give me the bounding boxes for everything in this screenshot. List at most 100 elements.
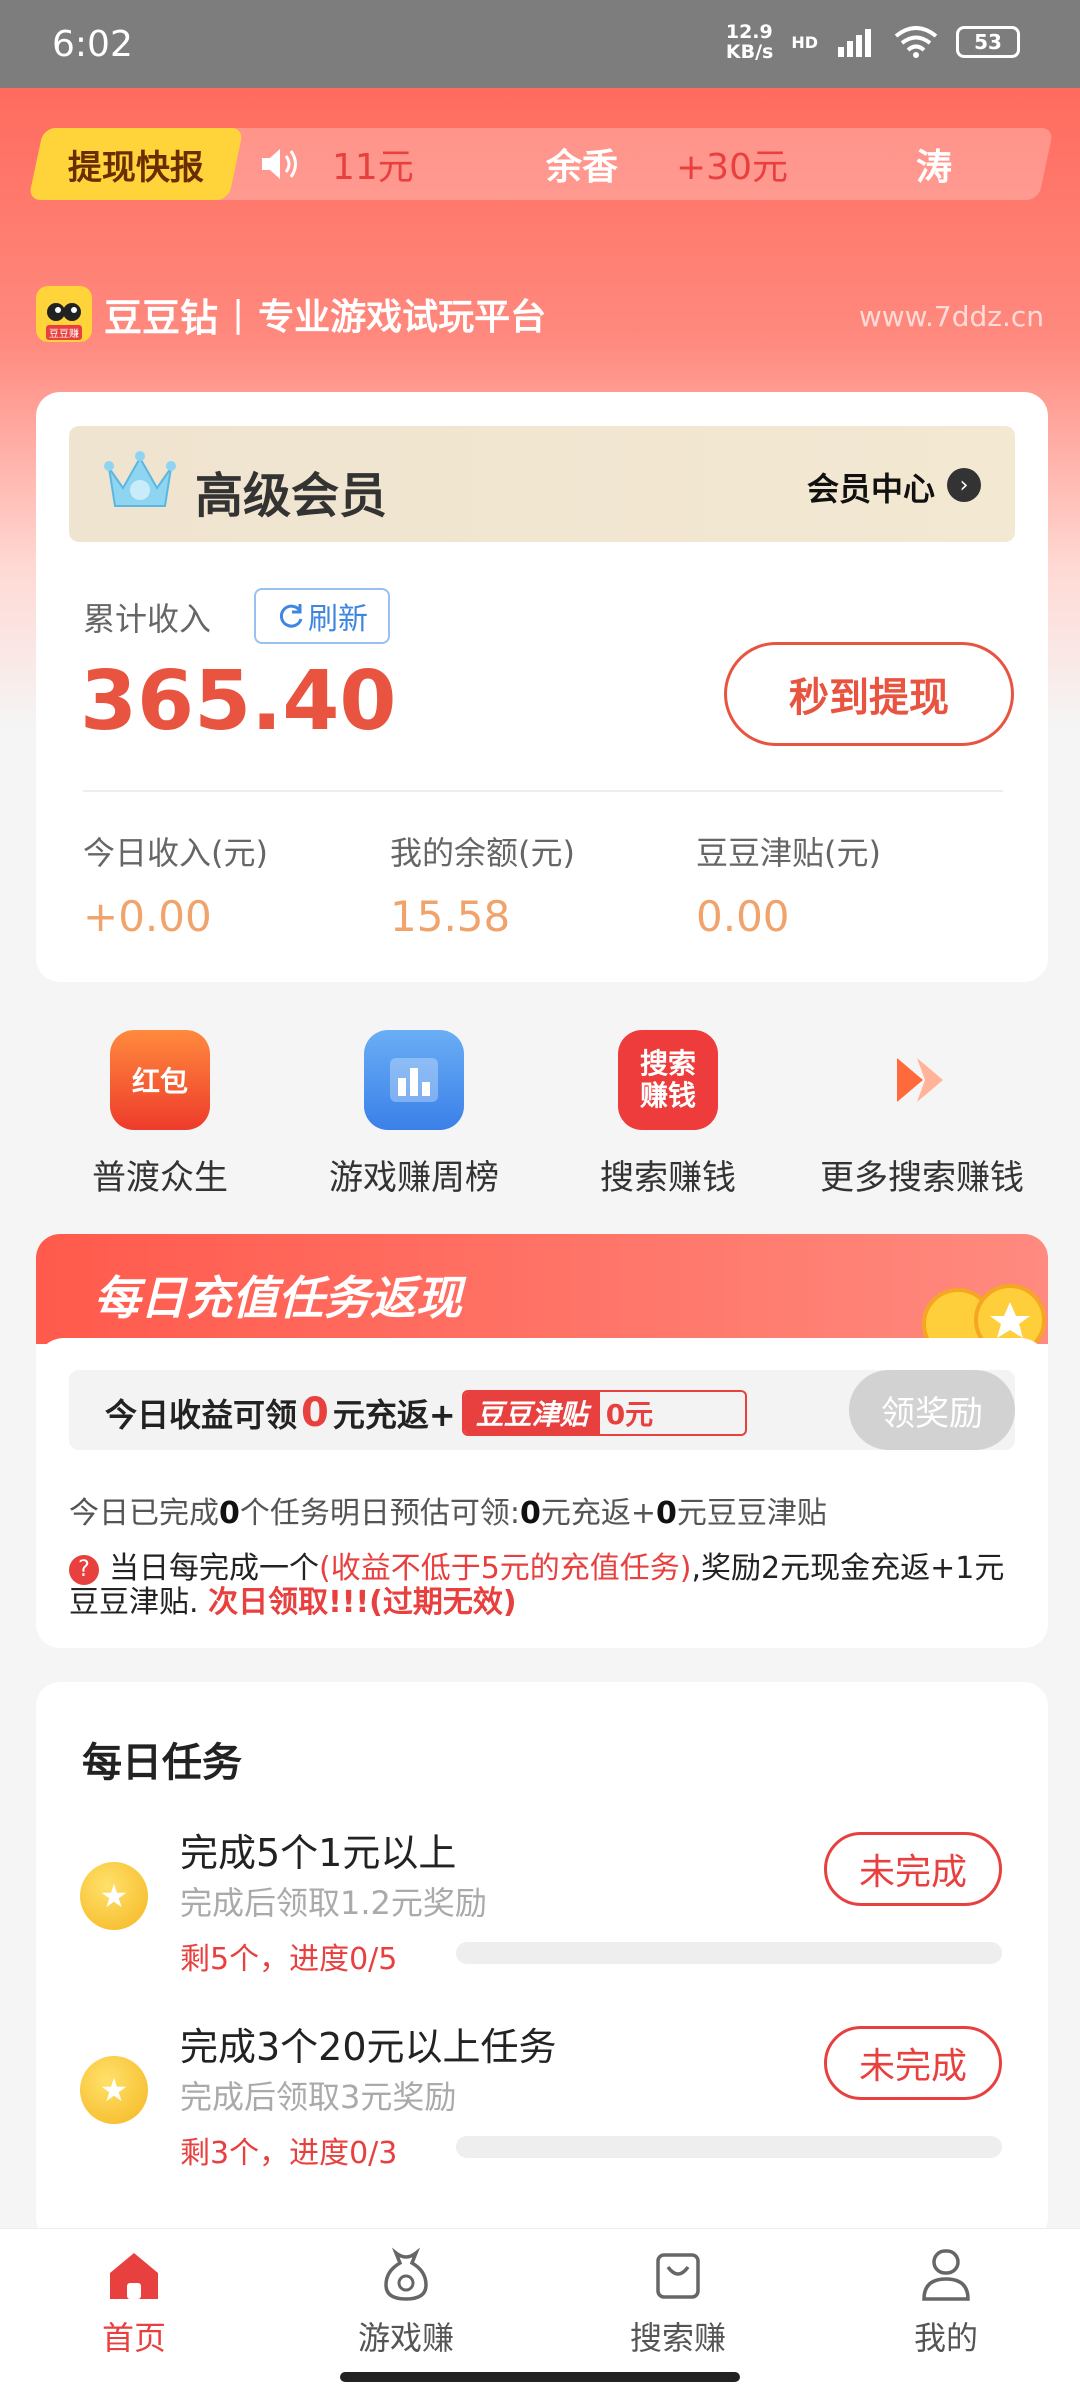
done-middle: 个任务明日预估可领: — [239, 1496, 520, 1531]
network-type: HD — [791, 32, 818, 52]
rule-highlight: (收益不低于5元的充值任务) — [319, 1551, 692, 1586]
rule-warning: 次日领取!!!(过期无效) — [208, 1585, 517, 1620]
stat-label: 今日收入(元) — [83, 834, 268, 872]
rule-prefix: 当日每完成一个 — [109, 1551, 319, 1586]
recharge-header: 每日充值任务返现 — [36, 1234, 1048, 1344]
ticker-amount-left: 11元 — [332, 147, 414, 188]
task-item: ★ 完成5个1元以上 完成后领取1.2元奖励 剩5个，进度0/5 未完成 — [36, 1822, 1048, 2012]
task-progress-bar — [456, 2136, 1002, 2158]
subsidy-tag: 豆豆津贴 0元 — [461, 1390, 748, 1436]
refresh-button[interactable]: 刷新 — [254, 588, 390, 644]
brand-url: www.7ddz.cn — [858, 300, 1044, 333]
withdraw-ticker[interactable]: 提现快报 11元 余香 +30元 涛 — [28, 128, 1054, 200]
chevron-right-icon[interactable]: › — [947, 468, 981, 502]
quick-action-label: 普渡众生 — [92, 1158, 228, 1198]
status-icons: 12.9 KB/s HD 53 — [726, 22, 1020, 62]
network-speed: 12.9 KB/s — [726, 22, 773, 62]
search-money-icon-text: 搜索赚钱 — [639, 1047, 696, 1112]
red-packet-icon-text: 红包 — [131, 1065, 188, 1098]
nav-label: 游戏赚 — [357, 2319, 454, 2357]
done-cash-unit: 元充返+ — [540, 1496, 656, 1531]
member-card: 高级会员 会员中心 › 累计收入 刷新 365.40 秒到提现 今日收入(元) … — [36, 392, 1048, 982]
income-label: 累计收入 — [83, 600, 212, 638]
nav-search-earn[interactable]: 搜索赚 — [578, 2243, 778, 2359]
stat-subsidy: 豆豆津贴(元) 0.00 — [696, 828, 881, 941]
nav-label: 我的 — [913, 2319, 978, 2357]
quick-action-more-search[interactable]: 更多搜索赚钱 — [812, 1030, 1032, 1199]
refresh-label: 刷新 — [308, 602, 368, 637]
question-icon[interactable]: ? — [69, 1555, 99, 1585]
done-cash: 0 — [519, 1496, 541, 1531]
task-progress-bar — [456, 1942, 1002, 1964]
stat-label: 我的余额(元) — [390, 834, 575, 872]
task-title: 完成5个1元以上 — [180, 1831, 457, 1875]
crown-icon — [104, 451, 176, 507]
nav-profile[interactable]: 我的 — [846, 2243, 1046, 2359]
vip-center-link[interactable]: 会员中心 — [807, 464, 935, 510]
double-arrow-icon — [872, 1030, 972, 1130]
logo-text: 豆豆赚 — [46, 325, 82, 340]
brand-separator: | — [232, 293, 245, 335]
task-subtitle: 完成后领取3元奖励 — [180, 2078, 457, 2116]
daily-task-card: 每日任务 ★ 完成5个1元以上 完成后领取1.2元奖励 剩5个，进度0/5 未完… — [36, 1682, 1048, 2242]
quick-action-label: 游戏赚周榜 — [329, 1158, 499, 1198]
reward-rule: ? 当日每完成一个(收益不低于5元的充值任务),奖励2元现金充返+1元豆豆津贴. … — [69, 1552, 1029, 1620]
brand-slogan: 专业游戏试玩平台 — [258, 297, 547, 338]
claim-prefix: 今日收益可领 — [105, 1396, 298, 1434]
task-status-button[interactable]: 未完成 — [824, 2026, 1002, 2100]
nav-label: 搜索赚 — [629, 2319, 726, 2357]
bar-chart-icon — [364, 1030, 464, 1130]
home-icon — [34, 2243, 234, 2303]
speaker-icon — [262, 149, 297, 179]
claim-reward-button[interactable]: 领奖励 — [849, 1370, 1015, 1450]
red-packet-icon: 红包 — [110, 1030, 210, 1130]
coin-icon: ★ — [80, 1862, 148, 1930]
ticker-name: 余香 — [546, 147, 619, 188]
quick-action-label: 更多搜索赚钱 — [820, 1158, 1024, 1198]
daily-task-title: 每日任务 — [82, 1740, 242, 1786]
claim-suffix: 元充返+ — [332, 1396, 456, 1434]
battery-icon: 53 — [956, 26, 1020, 58]
done-subsidy: 0 — [656, 1496, 677, 1531]
network-speed-unit: KB/s — [725, 41, 774, 63]
nav-label: 首页 — [101, 2319, 166, 2357]
done-subsidy-unit: 元豆豆津贴 — [676, 1496, 827, 1531]
stat-balance: 我的余额(元) 15.58 — [390, 828, 575, 941]
nav-game-earn[interactable]: 游戏赚 — [306, 2243, 506, 2359]
brand-header: 豆豆赚 豆豆钻 | 专业游戏试玩平台 — [36, 286, 546, 342]
task-item: ★ 完成3个20元以上任务 完成后领取3元奖励 剩3个，进度0/3 未完成 — [36, 2016, 1048, 2206]
signal-icon — [838, 29, 871, 57]
claim-text: 今日收益可领 0 元充返+ 豆豆津贴 0元 — [105, 1390, 748, 1436]
task-title: 完成3个20元以上任务 — [180, 2025, 557, 2069]
brand-name: 豆豆钻 — [104, 295, 219, 340]
stat-label: 豆豆津贴(元) — [696, 834, 881, 872]
quick-action-weekly-rank[interactable]: 游戏赚周榜 — [304, 1030, 524, 1199]
network-speed-value: 12.9 — [725, 21, 773, 43]
home-indicator[interactable] — [340, 2372, 740, 2382]
ticker-speaker — [258, 128, 302, 200]
task-status-button[interactable]: 未完成 — [824, 1832, 1002, 1906]
recharge-body: 今日收益可领 0 元充返+ 豆豆津贴 0元 领奖励 今日已完成0个任务明日预估可… — [36, 1338, 1048, 1648]
quick-action-red-packet[interactable]: 红包 普渡众生 — [50, 1030, 270, 1199]
task-progress-text: 剩5个，进度0/5 — [180, 1942, 398, 1977]
ticker-name-right: 涛 — [916, 147, 953, 188]
nav-home[interactable]: 首页 — [34, 2243, 234, 2359]
today-completed-text: 今日已完成0个任务明日预估可领:0元充返+0元豆豆津贴 — [69, 1488, 827, 1532]
stat-value: 15.58 — [390, 892, 511, 941]
total-income-value: 365.40 — [80, 654, 397, 749]
recharge-task-card: 每日充值任务返现 今日收益可领 0 元充返+ 豆豆津贴 0元 领奖励 今日已完成… — [36, 1234, 1048, 1648]
done-count: 0 — [219, 1496, 240, 1531]
claim-amount: 0 — [301, 1390, 329, 1436]
quick-action-search-money[interactable]: 搜索赚钱 搜索赚钱 — [558, 1030, 778, 1199]
vip-title: 高级会员 — [195, 468, 388, 524]
recharge-title: 每日充值任务返现 — [94, 1271, 462, 1325]
coin-icon: ★ — [80, 2056, 148, 2124]
ticker-amount-right: +30元 — [676, 147, 788, 188]
wifi-icon — [894, 26, 938, 58]
vip-banner[interactable]: 高级会员 会员中心 › — [69, 426, 1015, 542]
withdraw-button[interactable]: 秒到提现 — [724, 642, 1014, 746]
user-icon — [846, 2243, 1046, 2303]
ticker-tag-label: 提现快报 — [68, 147, 204, 188]
quick-action-label: 搜索赚钱 — [600, 1158, 736, 1198]
subsidy-name: 豆豆津贴 — [463, 1392, 600, 1434]
